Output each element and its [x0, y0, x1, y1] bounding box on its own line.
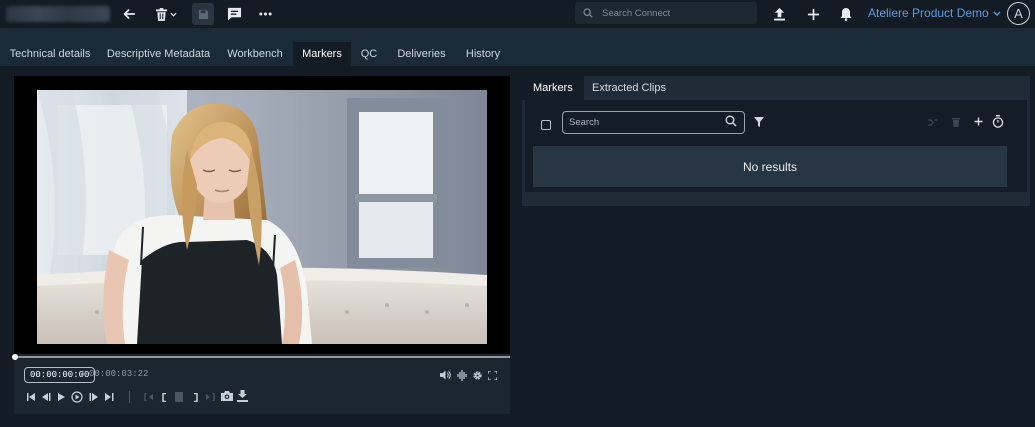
plus-icon	[974, 117, 983, 126]
add-button[interactable]	[804, 3, 822, 25]
snapshot-button[interactable]	[221, 391, 233, 401]
camera-icon	[221, 391, 233, 401]
tab-qc[interactable]: QC	[351, 42, 387, 66]
trash-icon	[155, 7, 167, 21]
filter-button[interactable]	[754, 117, 764, 127]
more-options-button[interactable]	[254, 3, 276, 25]
select-all-checkbox[interactable]	[541, 120, 551, 130]
download-icon	[237, 390, 248, 402]
tab-descriptive-metadata[interactable]: Descriptive Metadata	[100, 42, 217, 66]
asset-title-blurred	[6, 6, 110, 22]
divider	[129, 391, 130, 403]
duration-timecode: 00:00:03:22	[89, 369, 149, 379]
volume-button[interactable]	[440, 370, 451, 380]
settings-button[interactable]	[472, 370, 483, 381]
avatar[interactable]: A	[1007, 2, 1030, 25]
delete-markers-button[interactable]	[952, 117, 960, 127]
play-button[interactable]	[58, 393, 65, 401]
fullscreen-button[interactable]	[488, 371, 497, 380]
plus-icon	[807, 8, 819, 20]
chevron-down-icon	[169, 12, 177, 17]
tab-markers[interactable]: Markers	[293, 42, 351, 66]
go-to-out-icon	[206, 393, 215, 401]
more-horizontal-icon	[258, 12, 272, 16]
top-bar: Search Connect Ateliere Product Demo A	[0, 0, 1035, 28]
skip-to-end-icon	[105, 393, 114, 401]
filter-icon	[754, 117, 764, 127]
global-search-box[interactable]: Search Connect	[575, 2, 757, 24]
tab-markers-list[interactable]: Markers	[522, 76, 584, 100]
upload-icon	[773, 7, 785, 21]
previous-frame-button[interactable]	[42, 393, 51, 401]
progress-bar[interactable]	[12, 353, 510, 360]
trash-icon	[952, 118, 960, 127]
back-button[interactable]	[118, 3, 140, 25]
progress-handle[interactable]	[12, 353, 18, 360]
comment-button[interactable]	[224, 3, 244, 25]
merge-markers-button[interactable]	[928, 119, 937, 126]
markers-panel: Markers Extracted Clips No results	[522, 76, 1030, 206]
markers-search-input[interactable]	[562, 111, 745, 134]
comment-icon	[227, 7, 241, 21]
upload-button[interactable]	[770, 3, 788, 25]
current-timecode[interactable]: 00:00:00:00	[24, 367, 96, 383]
video-viewport[interactable]	[14, 76, 510, 354]
step-back-icon	[42, 393, 51, 401]
video-player: 00:00:00:00 / 00:00:03:22	[12, 76, 510, 414]
account-menu[interactable]: Ateliere Product Demo	[868, 6, 1001, 20]
play-loop-button[interactable]	[71, 391, 83, 403]
bell-icon	[840, 8, 852, 21]
add-timed-marker-button[interactable]	[992, 115, 1004, 128]
arrow-left-icon	[123, 9, 136, 19]
stopwatch-icon	[992, 115, 1004, 128]
tab-history[interactable]: History	[456, 42, 510, 66]
gear-icon	[473, 371, 482, 380]
play-circle-icon	[71, 391, 83, 403]
asset-tabs: Technical details Descriptive Metadata W…	[0, 28, 1035, 66]
volume-icon	[440, 370, 451, 380]
bracket-left-icon	[162, 393, 166, 402]
markers-list-area: No results	[525, 100, 1027, 192]
clear-marks-button[interactable]	[175, 392, 183, 402]
go-to-in-icon	[144, 393, 153, 401]
save-button[interactable]	[192, 3, 214, 25]
bracket-right-icon	[194, 393, 198, 402]
video-frame-image	[37, 90, 487, 344]
add-marker-button[interactable]	[974, 117, 983, 126]
step-forward-icon	[89, 393, 98, 401]
next-frame-button[interactable]	[89, 393, 98, 401]
mark-in-button[interactable]	[162, 393, 167, 402]
notifications-button[interactable]	[837, 3, 855, 25]
delete-menu-button[interactable]	[150, 3, 182, 25]
empty-state-message: No results	[533, 146, 1007, 187]
waveform-icon	[457, 370, 467, 381]
save-icon	[198, 9, 208, 19]
download-frame-button[interactable]	[237, 390, 248, 402]
fullscreen-icon	[488, 371, 497, 380]
go-to-in-button[interactable]	[144, 393, 153, 401]
go-to-end-button[interactable]	[105, 393, 114, 401]
go-to-start-button[interactable]	[27, 393, 36, 401]
global-search-placeholder: Search Connect	[602, 7, 671, 19]
search-icon[interactable]	[725, 115, 737, 127]
skip-to-start-icon	[27, 393, 35, 401]
square-icon	[175, 392, 183, 402]
search-icon	[583, 8, 593, 18]
tab-workbench[interactable]: Workbench	[217, 42, 293, 66]
chevron-down-icon	[993, 11, 1001, 16]
account-name: Ateliere Product Demo	[868, 6, 989, 20]
tab-technical-details[interactable]: Technical details	[0, 42, 100, 66]
merge-icon	[928, 119, 937, 126]
mark-out-button[interactable]	[193, 393, 198, 402]
go-to-out-button[interactable]	[206, 393, 215, 401]
audio-waveform-button[interactable]	[457, 370, 467, 381]
play-icon	[58, 393, 65, 401]
time-separator: /	[81, 369, 84, 379]
tab-extracted-clips[interactable]: Extracted Clips	[581, 76, 677, 100]
tab-deliveries[interactable]: Deliveries	[387, 42, 456, 66]
